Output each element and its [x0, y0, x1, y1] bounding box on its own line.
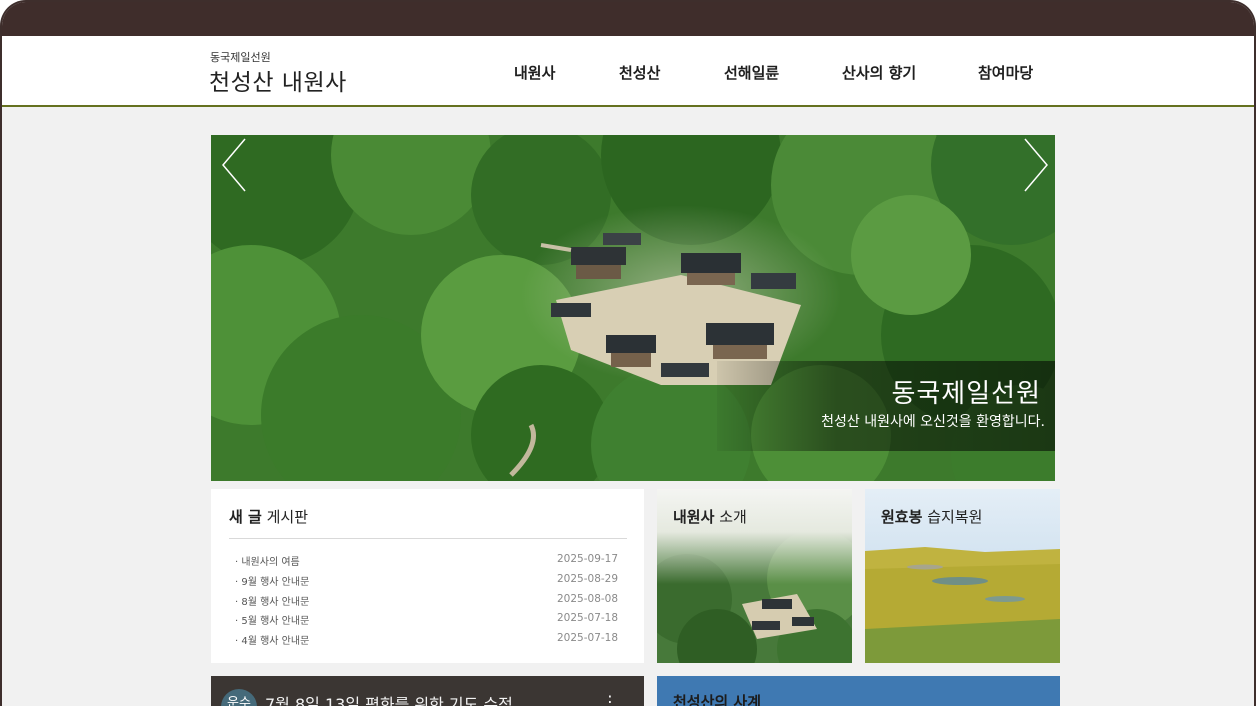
video-embed[interactable]: 운수 7월 8일 13일 평화를 위한 기도 수정 ⋮	[211, 676, 644, 706]
post-title[interactable]: · 내원사의 여름	[235, 553, 300, 568]
card-title: 원효봉 습지복원	[881, 506, 982, 527]
nav-item-cheonseongsan[interactable]: 천성산	[619, 62, 660, 83]
post-date: 2025-09-17	[557, 553, 619, 565]
browser-frame: 동국제일선원 천성산 내원사 내원사 천성산 선해일륜 산사의 향기 참여마당	[0, 0, 1256, 706]
nav-item-participation[interactable]: 참여마당	[978, 62, 1033, 83]
post-date: 2025-07-18	[557, 632, 619, 644]
post-date: 2025-08-08	[557, 593, 619, 605]
board-title[interactable]: 새 글 게시판	[229, 506, 308, 527]
board-divider	[229, 538, 627, 539]
nav-item-sansa-fragrance[interactable]: 산사의 향기	[842, 62, 916, 83]
top-bar	[2, 2, 1254, 36]
card-title-rest: 습지복원	[927, 508, 983, 526]
post-title[interactable]: · 9월 행사 안내문	[235, 573, 309, 588]
card-naewonsa-intro[interactable]: 내원사 소개	[657, 489, 852, 663]
post-title[interactable]: · 8월 행사 안내문	[235, 593, 309, 608]
chevron-left-icon[interactable]	[219, 135, 253, 195]
video-title[interactable]: 7월 8일 13일 평화를 위한 기도 수정	[265, 691, 513, 706]
post-date: 2025-07-18	[557, 612, 619, 624]
more-vertical-icon[interactable]: ⋮	[602, 692, 618, 706]
post-title[interactable]: · 5월 행사 안내문	[235, 612, 309, 627]
hero-title: 동국제일선원	[891, 379, 1041, 409]
four-seasons-panel[interactable]: 천성산의 사계	[657, 676, 1060, 706]
logo-title: 천성산 내원사	[209, 70, 347, 96]
card-wonhyobong-wetland[interactable]: 원효봉 습지복원	[865, 489, 1060, 663]
post-title[interactable]: · 4월 행사 안내문	[235, 632, 309, 647]
channel-avatar[interactable]: 운수	[221, 689, 257, 706]
card-title-rest: 소개	[719, 508, 747, 526]
card-title-bold: 내원사	[673, 508, 715, 526]
post-date: 2025-08-29	[557, 573, 619, 585]
board-title-bold: 새 글	[229, 508, 262, 526]
hero-slider: 동국제일선원 천성산 내원사에 오신것을 환영합니다.	[211, 135, 1055, 481]
nav-item-seonhae-ilryun[interactable]: 선해일륜	[724, 62, 779, 83]
chevron-right-icon[interactable]	[1017, 135, 1051, 195]
hero-caption: 동국제일선원 천성산 내원사에 오신것을 환영합니다.	[717, 361, 1055, 451]
new-posts-board: 새 글 게시판 · 내원사의 여름 2025-09-17 · 9월 행사 안내문…	[211, 489, 644, 663]
nav-item-naewonsa[interactable]: 내원사	[514, 62, 555, 83]
card-title-bold: 원효봉	[881, 508, 923, 526]
site-header: 동국제일선원 천성산 내원사 내원사 천성산 선해일륜 산사의 향기 참여마당	[2, 36, 1254, 107]
card-title: 내원사 소개	[673, 506, 747, 527]
four-seasons-title: 천성산의 사계	[673, 693, 762, 706]
board-title-rest: 게시판	[266, 508, 309, 526]
hero-subtitle: 천성산 내원사에 오신것을 환영합니다.	[821, 414, 1045, 430]
